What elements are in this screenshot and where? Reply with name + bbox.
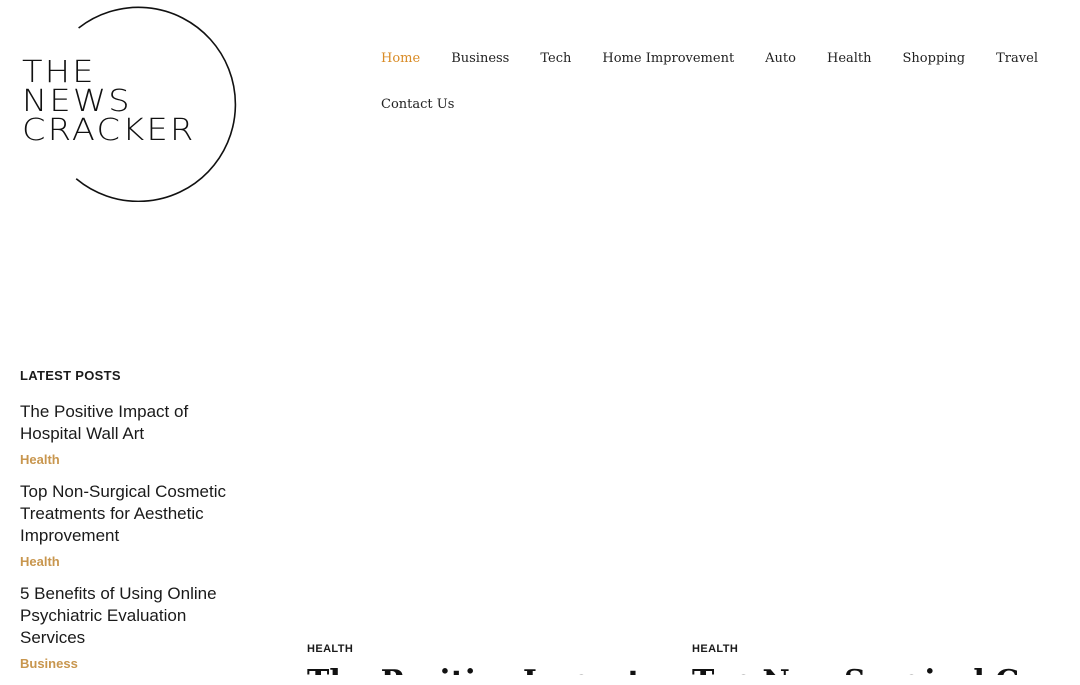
nav-item-shopping[interactable]: Shopping <box>903 51 966 66</box>
nav-item-tech[interactable]: Tech <box>540 51 571 66</box>
nav-row-secondary: Contact Us <box>381 90 1021 118</box>
site-logo[interactable]: THE NEWS CRACKER <box>20 4 248 202</box>
nav-item-health[interactable]: Health <box>827 51 872 66</box>
nav-item-home-improvement[interactable]: Home Improvement <box>602 51 734 66</box>
latest-post-title[interactable]: The Positive Impact of Hospital Wall Art <box>20 401 250 445</box>
nav-row-primary: Home Business Tech Home Improvement Auto… <box>381 44 1038 72</box>
card-title[interactable]: The Positive Impact of Hospital Wall Art <box>307 664 637 675</box>
latest-post-item: 5 Benefits of Using Online Psychiatric E… <box>20 583 250 671</box>
nav-item-travel[interactable]: Travel <box>996 51 1038 66</box>
nav-item-business[interactable]: Business <box>451 51 509 66</box>
latest-posts-heading: LATEST POSTS <box>20 368 121 383</box>
main-navigation: Home Business Tech Home Improvement Auto… <box>381 44 1038 118</box>
card-category-label[interactable]: HEALTH <box>307 643 353 655</box>
card-title[interactable]: Top Non-Surgical Cosmetic Treatments for… <box>692 664 1022 675</box>
latest-post-item: The Positive Impact of Hospital Wall Art… <box>20 401 250 467</box>
nav-item-contact-us[interactable]: Contact Us <box>381 97 454 112</box>
latest-post-category[interactable]: Health <box>20 452 250 467</box>
nav-item-home[interactable]: Home <box>381 51 420 66</box>
latest-post-category[interactable]: Business <box>20 656 250 671</box>
latest-posts-sidebar: LATEST POSTS The Positive Impact of Hosp… <box>20 368 250 685</box>
latest-post-item: Top Non-Surgical Cosmetic Treatments for… <box>20 481 250 569</box>
nav-item-auto[interactable]: Auto <box>765 51 796 66</box>
latest-post-title[interactable]: 5 Benefits of Using Online Psychiatric E… <box>20 583 250 649</box>
latest-post-title[interactable]: Top Non-Surgical Cosmetic Treatments for… <box>20 481 250 547</box>
latest-post-category[interactable]: Health <box>20 554 250 569</box>
logo-text-cracker: CRACKER <box>22 113 196 148</box>
card-category-label[interactable]: HEALTH <box>692 643 738 655</box>
